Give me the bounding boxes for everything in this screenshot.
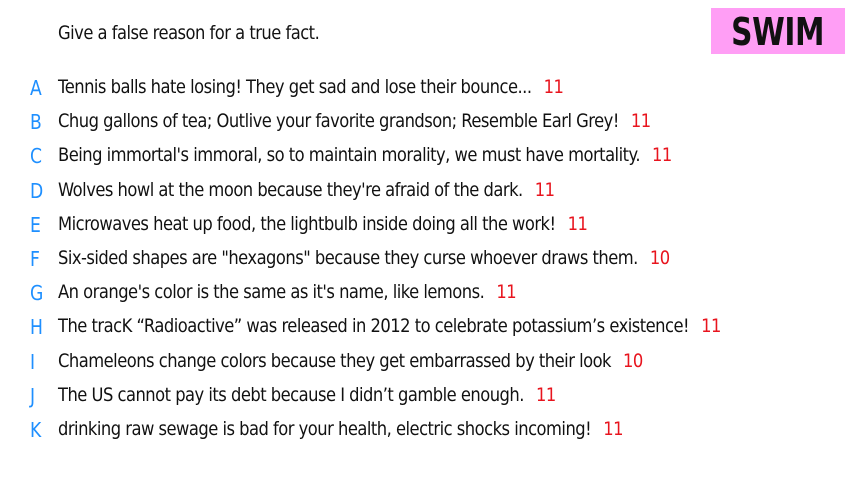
answer-text: Tennis balls hate losing! They get sad a… xyxy=(58,76,532,98)
answer-score: 10 xyxy=(649,246,670,269)
answer-text: Chameleons change colors because they ge… xyxy=(58,349,612,372)
answer-text: Chug gallons of tea; Outlive your favori… xyxy=(58,110,619,133)
answer-letter: K xyxy=(30,417,42,442)
answer-row: B Chug gallons of tea; Outlive your favo… xyxy=(0,106,853,140)
answer-text: The tracK “Radioactive” was released in … xyxy=(58,315,690,338)
answer-row: I Chameleons change colors because they … xyxy=(0,346,853,380)
swim-badge: SWIM xyxy=(711,8,845,54)
answer-score: 11 xyxy=(534,178,555,201)
answer-letter: H xyxy=(30,315,43,340)
answer-letter: D xyxy=(30,178,44,203)
answer-letter: E xyxy=(30,212,41,237)
answer-letter: F xyxy=(30,246,40,271)
answer-letter: J xyxy=(30,383,36,408)
answer-text: The US cannot pay its debt because I did… xyxy=(58,383,524,406)
prompt-title: Give a false reason for a true fact. xyxy=(58,22,320,44)
answer-row: K drinking raw sewage is bad for your he… xyxy=(0,414,853,448)
answer-row: C Being immortal's immoral, so to mainta… xyxy=(0,140,853,174)
answer-score: 11 xyxy=(652,144,672,167)
answer-text: Being immortal's immoral, so to maintain… xyxy=(58,144,641,167)
answer-row: H The tracK “Radioactive” was released i… xyxy=(0,311,853,345)
answer-letter: B xyxy=(30,110,42,135)
answer-row: J The US cannot pay its debt because I d… xyxy=(0,380,853,414)
answer-text: Wolves howl at the moon because they're … xyxy=(58,178,523,201)
answer-score: 10 xyxy=(623,349,643,372)
answer-row: D Wolves howl at the moon because they'r… xyxy=(0,175,853,209)
answer-score: 11 xyxy=(496,281,517,304)
answer-score: 11 xyxy=(603,417,623,440)
answer-row: A Tennis balls hate losing! They get sad… xyxy=(0,72,853,106)
answer-row: G An orange's color is the same as it's … xyxy=(0,277,853,311)
answer-row: E Microwaves heat up food, the lightbulb… xyxy=(0,209,853,243)
answer-score: 11 xyxy=(701,315,721,338)
answer-score: 11 xyxy=(630,110,651,133)
answer-list: A Tennis balls hate losing! They get sad… xyxy=(0,72,853,448)
answer-text: Microwaves heat up food, the lightbulb i… xyxy=(58,212,556,235)
answer-score: 11 xyxy=(535,383,556,406)
badge-label: SWIM xyxy=(731,10,825,54)
answer-letter: C xyxy=(30,144,43,169)
answer-score: 11 xyxy=(567,212,588,235)
answer-letter: I xyxy=(30,349,36,374)
answer-text: An orange's color is the same as it's na… xyxy=(58,281,485,304)
answer-row: F Six-sided shapes are "hexagons" becaus… xyxy=(0,243,853,277)
answer-letter: A xyxy=(30,76,42,100)
answer-letter: G xyxy=(30,281,44,306)
answer-text: drinking raw sewage is bad for your heal… xyxy=(58,417,592,440)
answer-score: 11 xyxy=(543,76,564,98)
answer-text: Six-sided shapes are "hexagons" because … xyxy=(58,246,638,269)
